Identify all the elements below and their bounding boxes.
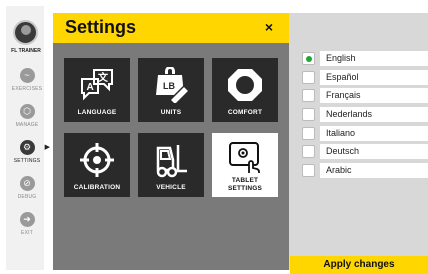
language-label[interactable]: Nederlands [320,107,428,123]
tablet-touch-icon [229,142,260,173]
sidebar-item-label: EXIT [21,230,33,236]
language-label[interactable]: Italiano [320,125,428,141]
sidebar-item-manage[interactable]: ⬡ MANAGE [6,104,48,128]
language-option-espanol[interactable]: Español [299,69,428,88]
tile-label: CALIBRATION [73,184,121,191]
tile-label: LANGUAGE [77,109,117,116]
trainer-avatar [13,20,38,45]
sidebar-item-exit[interactable]: ➜ EXIT [6,212,48,236]
language-list: English Español Français Nederlands Ital… [299,50,428,181]
language-option-arabic[interactable]: Arabic [299,162,428,181]
language-tile[interactable]: A 文 LANGUAGE [64,58,130,122]
close-button[interactable]: × [262,19,276,35]
svg-text:A: A [87,82,94,93]
sidebar: FL TRAINER ~ EXERCISES ⬡ MANAGE ⚙ ▶ SETT… [6,6,50,270]
comfort-tile[interactable]: COMFORT [212,58,278,122]
sidebar-item-debug[interactable]: ⊘ DEBUG [6,176,48,200]
language-panel: English Español Français Nederlands Ital… [289,13,428,270]
settings-panel: Settings × A 文 LANGUAGE LB UNITS COMFORT… [53,13,289,270]
comfort-icon [228,69,262,101]
svg-text:文: 文 [98,71,109,84]
language-label[interactable]: Español [320,69,428,85]
radio-icon[interactable] [302,164,315,178]
tile-label: TABLET SETTINGS [227,177,263,192]
panel-header: Settings × [53,13,289,43]
crosshair-icon [80,143,114,177]
brand-label: FL TRAINER [11,48,41,54]
calibration-tile[interactable]: CALIBRATION [64,133,130,197]
manage-icon: ⬡ [19,104,35,119]
apply-changes-button[interactable]: Apply changes [290,256,428,274]
page-title: Settings [65,17,137,37]
sidebar-item-settings[interactable]: ⚙ ▶ SETTINGS [6,140,50,164]
sidebar-item-label: EXERCISES [11,86,43,92]
vehicle-tile[interactable]: VEHICLE [138,133,204,197]
radio-icon[interactable] [302,89,315,103]
svg-text:LB: LB [163,81,175,91]
language-label[interactable]: Deutsch [320,144,428,160]
tile-label: UNITS [160,109,182,116]
language-option-francais[interactable]: Français [299,87,428,106]
language-option-deutsch[interactable]: Deutsch [299,143,428,162]
language-option-nederlands[interactable]: Nederlands [299,106,428,125]
radio-checked-icon[interactable] [302,52,315,65]
active-arrow-icon: ▶ [44,144,50,151]
units-icon: LB [156,67,189,103]
tile-label: COMFORT [227,109,263,116]
radio-icon[interactable] [302,126,315,140]
language-option-italiano[interactable]: Italiano [299,125,428,144]
gear-icon: ⚙ [19,140,35,155]
tablet-settings-tile[interactable]: TABLET SETTINGS [212,133,278,197]
language-label[interactable]: English [320,51,428,66]
sidebar-item-label: DEBUG [17,194,37,200]
sidebar-item-exercises[interactable]: ~ EXERCISES [6,68,48,92]
language-label[interactable]: Arabic [320,163,428,179]
radio-icon[interactable] [302,70,315,84]
debug-icon: ⊘ [19,176,35,191]
language-label[interactable]: Français [320,88,428,104]
units-tile[interactable]: LB UNITS [138,58,204,122]
forklift-icon [156,145,187,178]
language-icon: A 文 [81,69,113,101]
settings-screen: FL TRAINER ~ EXERCISES ⬡ MANAGE ⚙ ▶ SETT… [0,0,428,274]
sidebar-item-label: SETTINGS [13,158,41,164]
radio-icon[interactable] [302,108,315,122]
language-option-english[interactable]: English [299,50,428,69]
radio-icon[interactable] [302,145,315,159]
exercises-icon: ~ [19,68,35,83]
sidebar-item-label: MANAGE [15,122,39,128]
tile-label: VEHICLE [156,184,186,191]
exit-icon: ➜ [19,212,35,227]
